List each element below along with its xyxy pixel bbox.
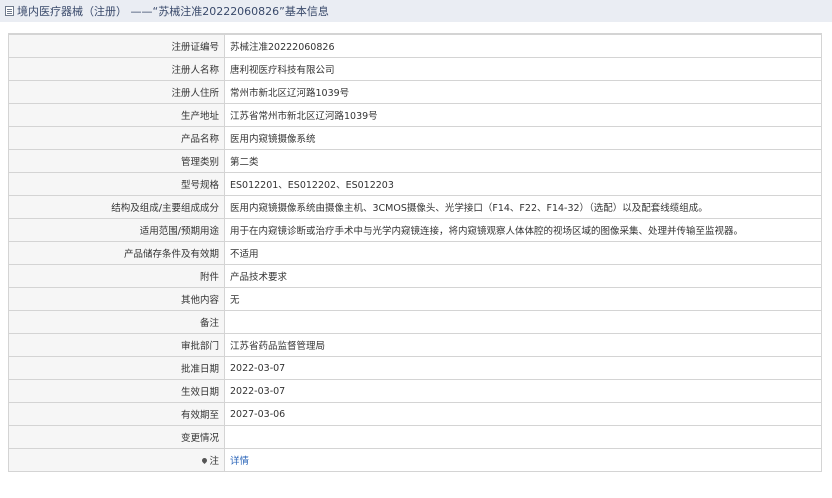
field-label: 注册人住所 xyxy=(8,80,225,104)
field-value: 无 xyxy=(224,287,822,311)
field-label: 管理类别 xyxy=(8,149,225,173)
field-label: 其他内容 xyxy=(8,287,225,311)
field-value: 不适用 xyxy=(224,241,822,265)
field-value: 2022-03-07 xyxy=(224,379,822,403)
table-row: 管理类别 第二类 xyxy=(8,149,822,173)
document-icon xyxy=(5,6,14,16)
field-value: 医用内窥镜摄像系统由摄像主机、3CMOS摄像头、光学接口（F14、F22、F14… xyxy=(224,195,822,219)
table-row: 生产地址 江苏省常州市新北区辽河路1039号 xyxy=(8,103,822,127)
pin-icon xyxy=(201,456,209,465)
table-row: 其他内容无 xyxy=(8,287,822,311)
field-label: 注册人名称 xyxy=(8,57,225,81)
field-label: 生效日期 xyxy=(8,379,225,403)
field-label: 生产地址 xyxy=(8,103,225,127)
info-panel: 注册证编号 苏械注准20222060826 注册人名称 唐利视医疗科技有限公司 注册人住… xyxy=(8,33,822,472)
field-value: 苏械注准20222060826 xyxy=(224,34,822,58)
field-value: 常州市新北区辽河路1039号 xyxy=(224,80,822,104)
table-row: 注册证编号 苏械注准20222060826 xyxy=(8,34,822,58)
field-value: 第二类 xyxy=(224,149,822,173)
field-value xyxy=(224,425,822,449)
field-value: 2027-03-06 xyxy=(224,402,822,426)
info-table: 注册证编号 苏械注准20222060826 注册人名称 唐利视医疗科技有限公司 注册人住… xyxy=(8,34,822,472)
field-label: 审批部门 xyxy=(8,333,225,357)
table-row: 注册人名称 唐利视医疗科技有限公司 xyxy=(8,57,822,81)
table-row: 变更情况 xyxy=(8,425,822,449)
field-label: 批准日期 xyxy=(8,356,225,380)
table-row: 注册人住所 常州市新北区辽河路1039号 xyxy=(8,80,822,104)
field-value: 江苏省常州市新北区辽河路1039号 xyxy=(224,103,822,127)
field-value: 用于在内窥镜诊断或治疗手术中与光学内窥镜连接，将内窥镜观察人体体腔的视场区域的图… xyxy=(224,218,822,242)
field-label: 附件 xyxy=(8,264,225,288)
field-label: 适用范围/预期用途 xyxy=(8,218,225,242)
table-row: 生效日期 2022-03-07 xyxy=(8,379,822,403)
field-value xyxy=(224,310,822,334)
field-value: 唐利视医疗科技有限公司 xyxy=(224,57,822,81)
table-row: 有效期至 2027-03-06 xyxy=(8,402,822,426)
table-row: 附件 产品技术要求 xyxy=(8,264,822,288)
field-value: 江苏省药品监督管理局 xyxy=(224,333,822,357)
field-label: 型号规格 xyxy=(8,172,225,196)
note-label-cell: 注 xyxy=(8,448,225,472)
table-row: 备注 xyxy=(8,310,822,334)
field-value: 医用内窥镜摄像系统 xyxy=(224,126,822,150)
table-row: 批准日期 2022-03-07 xyxy=(8,356,822,380)
info-table-body: 注册证编号 苏械注准20222060826 注册人名称 唐利视医疗科技有限公司 注册人住… xyxy=(8,34,822,472)
field-value: 产品技术要求 xyxy=(224,264,822,288)
field-label: 注册证编号 xyxy=(8,34,225,58)
field-value: 2022-03-07 xyxy=(224,356,822,380)
table-row: 适用范围/预期用途 用于在内窥镜诊断或治疗手术中与光学内窥镜连接，将内窥镜观察人体… xyxy=(8,218,822,242)
field-label: 备注 xyxy=(8,310,225,334)
table-row: 产品储存条件及有效期 不适用 xyxy=(8,241,822,265)
note-row: 注详情 xyxy=(8,448,822,472)
page-header: 境内医疗器械（注册） ——“苏械注准20222060826”基本信息 xyxy=(0,0,832,22)
table-row: 产品名称 医用内窥镜摄像系统 xyxy=(8,126,822,150)
page-title: 境内医疗器械（注册） ——“苏械注准20222060826”基本信息 xyxy=(17,5,329,18)
field-label: 变更情况 xyxy=(8,425,225,449)
field-label: 产品名称 xyxy=(8,126,225,150)
table-row: 型号规格 ES012201、ES012202、ES012203 xyxy=(8,172,822,196)
table-row: 审批部门 江苏省药品监督管理局 xyxy=(8,333,822,357)
field-label: 结构及组成/主要组成成分 xyxy=(8,195,225,219)
field-value: ES012201、ES012202、ES012203 xyxy=(224,172,822,196)
detail-link[interactable]: 详情 xyxy=(230,456,249,467)
field-label: 有效期至 xyxy=(8,402,225,426)
field-label: 产品储存条件及有效期 xyxy=(8,241,225,265)
note-label: 注 xyxy=(209,456,219,467)
table-row: 结构及组成/主要组成成分 医用内窥镜摄像系统由摄像主机、3CMOS摄像头、光学接口… xyxy=(8,195,822,219)
note-value-cell: 详情 xyxy=(224,448,822,472)
